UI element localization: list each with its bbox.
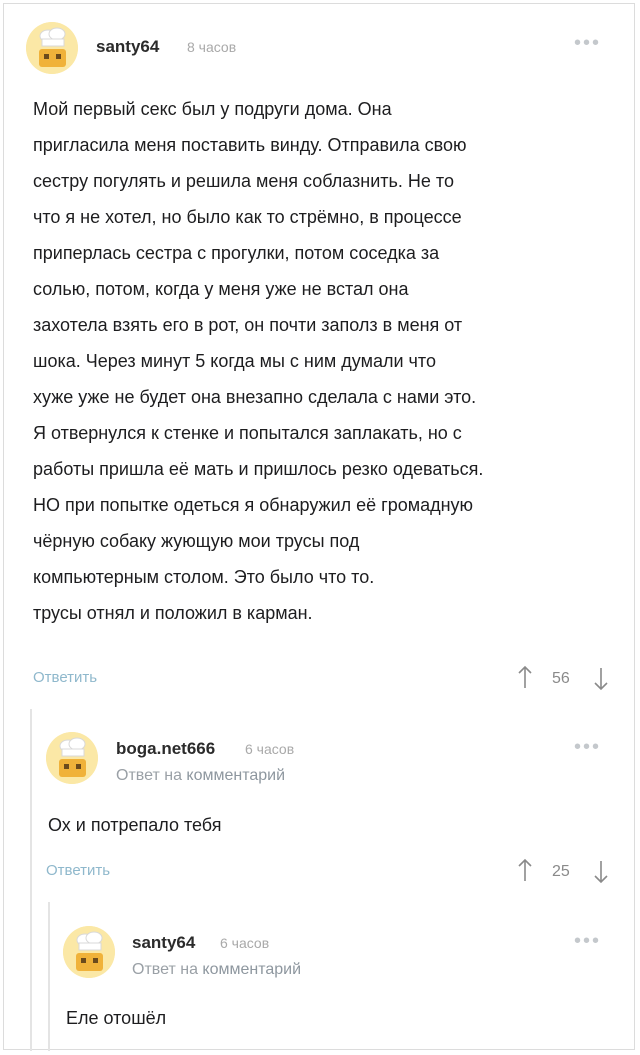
- chef-avatar-icon: [26, 22, 78, 74]
- comment1-text: Мой первый секс был у подруги дома. Она …: [33, 91, 623, 631]
- comment1-line: солью, потом, когда у меня уже не встал …: [33, 279, 409, 299]
- comment1-more-dots-icon[interactable]: •••: [574, 32, 601, 55]
- comment1-username[interactable]: santy64: [96, 37, 159, 57]
- comment2-more-dots-icon[interactable]: •••: [574, 736, 601, 759]
- comment2-username[interactable]: boga.net666: [116, 739, 215, 759]
- comment1-line: захотела взять его в рот, он почти запол…: [33, 315, 463, 335]
- comment1-line: Мой первый секс был у подруги дома. Она: [33, 99, 392, 119]
- comment1-line: пригласила меня поставить винду. Отправи…: [33, 135, 467, 155]
- comment2-rating: 25: [552, 863, 570, 880]
- comment2-reply-button[interactable]: Ответить: [46, 862, 110, 879]
- comment1-line: чёрную собаку жующую мои трусы под: [33, 531, 360, 551]
- reply-to-comment-link[interactable]: комментарий: [202, 961, 301, 978]
- comment1-line: Я отвернулся к стенке и попытался заплак…: [33, 423, 462, 443]
- comment1-line: сестру погулять и решила меня соблазнить…: [33, 171, 454, 191]
- reply-to-comment-link[interactable]: комментарий: [186, 767, 285, 784]
- comment3-more-dots-icon[interactable]: •••: [574, 930, 601, 953]
- reply-to-prefix: Ответ на: [132, 961, 198, 978]
- comment1-arrow-down-icon[interactable]: [593, 666, 609, 692]
- comment2-text: Ох и потрепало тебя: [48, 815, 222, 835]
- reply-to-prefix: Ответ на: [116, 767, 182, 784]
- avatar-chef-icon[interactable]: [26, 22, 78, 74]
- comment1-line: компьютерным столом. Это было что то.: [33, 567, 375, 587]
- avatar-chef-icon[interactable]: [46, 732, 98, 784]
- comment2-arrow-down-icon[interactable]: [593, 859, 609, 885]
- comment3-username[interactable]: santy64: [132, 933, 195, 953]
- comment1-reply-button[interactable]: Ответить: [33, 669, 97, 686]
- comment3-text: Еле отошёл: [66, 1008, 167, 1028]
- comment3-reply-to: Ответ на комментарий: [132, 961, 301, 979]
- thread-line: [48, 902, 50, 1051]
- comment1-line: работы пришла её мать и пришлось резко о…: [33, 459, 484, 479]
- comment3-time: 6 часов: [220, 935, 270, 951]
- comment2-time: 6 часов: [245, 741, 295, 757]
- comment2-reply-to: Ответ на комментарий: [116, 767, 285, 785]
- comment1-line: приперлась сестра с прогулки, потом сосе…: [33, 243, 440, 263]
- comment1-rating: 56: [552, 670, 570, 687]
- comments-panel: santy64 8 часов ••• Мой первый секс был …: [3, 3, 635, 1051]
- comment2-arrow-up-icon[interactable]: [517, 857, 533, 883]
- comment1-line: трусы отнял и положил в карман.: [33, 603, 313, 623]
- chef-avatar-icon: [46, 732, 98, 784]
- thread-line: [30, 709, 32, 1051]
- comment1-line: хуже уже не будет она внезапно сделала с…: [33, 387, 477, 407]
- comment1-line: шока. Через минут 5 когда мы с ним думал…: [33, 351, 436, 371]
- comment1-arrow-up-icon[interactable]: [517, 664, 533, 690]
- comment1-line: что я не хотел, но было как то стрёмно, …: [33, 207, 462, 227]
- chef-avatar-icon: [63, 926, 115, 978]
- comment1-time: 8 часов: [187, 39, 237, 55]
- comment1-line: НО при попытке одеться я обнаружил её гр…: [33, 495, 474, 515]
- avatar-chef-icon[interactable]: [63, 926, 115, 978]
